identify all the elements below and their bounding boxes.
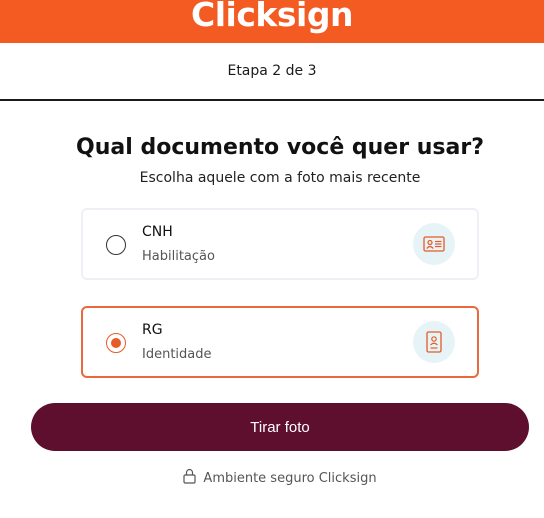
document-option-rg[interactable]: RG Identidade [81, 306, 479, 378]
radio-rg[interactable] [106, 333, 126, 353]
radio-cnh[interactable] [106, 235, 126, 255]
option-subtitle: Habilitação [142, 249, 215, 264]
header-divider [0, 99, 544, 101]
top-bar: Clicksign [0, 0, 544, 43]
secure-label: Ambiente seguro Clicksign [203, 470, 377, 486]
take-photo-button[interactable]: Tirar foto [31, 403, 529, 451]
option-title: CNH [142, 224, 173, 240]
option-title: RG [142, 322, 163, 338]
step-indicator: Etapa 2 de 3 [227, 63, 317, 79]
id-badge-icon [413, 321, 455, 363]
page-subtitle: Escolha aquele com a foto mais recente [139, 170, 421, 186]
secure-environment-note: Ambiente seguro Clicksign [0, 468, 544, 488]
id-card-icon [413, 223, 455, 265]
document-option-cnh[interactable]: CNH Habilitação [81, 208, 479, 280]
option-subtitle: Identidade [142, 347, 212, 362]
lock-icon [183, 468, 197, 488]
clicksign-logo: Clicksign [191, 0, 353, 34]
page-title: Qual documento você quer usar? [76, 135, 484, 160]
